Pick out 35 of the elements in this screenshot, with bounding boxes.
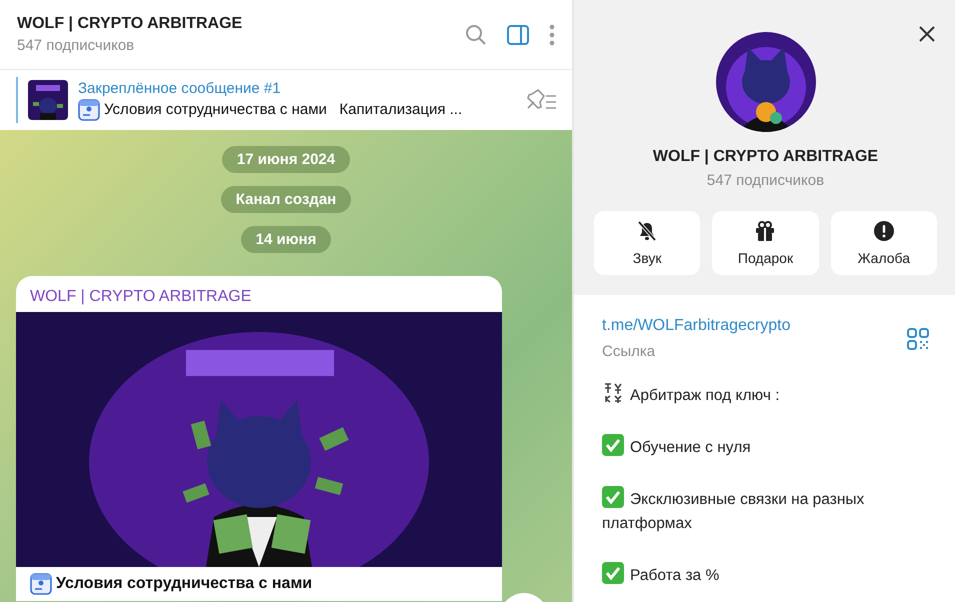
channel-title: WOLF | CRYPTO ARBITRAGE bbox=[17, 15, 244, 33]
pinned-list-icon[interactable] bbox=[524, 88, 558, 112]
more-menu-button[interactable] bbox=[548, 22, 556, 46]
report-button[interactable]: Жалоба bbox=[830, 211, 937, 275]
check-mark-icon bbox=[602, 434, 624, 456]
service-message: 17 июня 2024 bbox=[222, 146, 350, 173]
muted-bell-icon bbox=[636, 220, 658, 242]
gift-icon bbox=[754, 220, 776, 242]
description-line: Работа за % bbox=[602, 562, 929, 588]
description-line: Обучение с нуля bbox=[602, 434, 929, 460]
qr-code-button[interactable] bbox=[907, 328, 929, 350]
app-window-icon bbox=[30, 573, 52, 595]
currency-exchange-icon bbox=[602, 382, 624, 404]
sidebar-toggle-button[interactable] bbox=[506, 22, 530, 46]
check-mark-icon bbox=[602, 562, 624, 584]
exclamation-icon bbox=[872, 220, 895, 242]
post-caption: Условия сотрудничества с нами bbox=[56, 575, 312, 593]
gift-button[interactable]: Подарок bbox=[712, 211, 819, 275]
description-line: Арбитраж под ключ : bbox=[602, 382, 929, 408]
channel-link[interactable]: t.me/WOLFarbitragecrypto bbox=[602, 317, 907, 335]
profile-subscriber-count: 547 подписчиков bbox=[706, 172, 824, 189]
mute-button[interactable]: Звук bbox=[594, 211, 700, 275]
check-mark-icon bbox=[602, 486, 624, 508]
service-message: 14 июня bbox=[240, 226, 332, 253]
service-message: Канал создан bbox=[220, 186, 352, 213]
link-label: Ссылка bbox=[602, 343, 656, 360]
post-author: WOLF | CRYPTO ARBITRAGE bbox=[29, 287, 252, 307]
app-window-icon bbox=[78, 98, 100, 120]
subscriber-count: 547 подписчиков bbox=[17, 37, 136, 54]
profile-title: WOLF | CRYPTO ARBITRAGE bbox=[652, 148, 878, 166]
close-button[interactable] bbox=[917, 24, 937, 44]
description-line: Эксклюзивные связки на разных платформах bbox=[602, 486, 929, 536]
pinned-text: Условия сотрудничества с нами Капитализация ... bbox=[104, 101, 462, 118]
search-button[interactable] bbox=[464, 22, 488, 46]
pinned-title: Закреплённое сообщение #1 bbox=[78, 80, 282, 96]
